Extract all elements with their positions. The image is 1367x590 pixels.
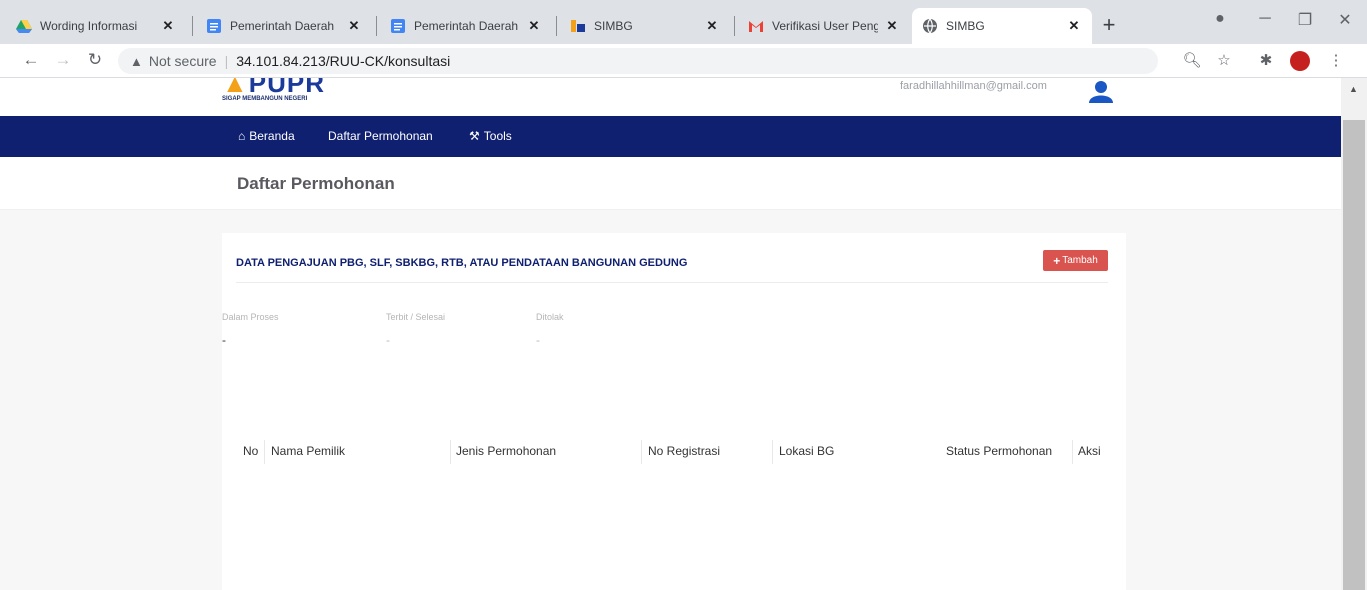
google-docs-icon: [207, 19, 221, 33]
title-band: Daftar Permohonan: [0, 157, 1341, 210]
browser-tab-active[interactable]: SIMBG ✕: [912, 8, 1092, 44]
close-icon[interactable]: ✕: [704, 18, 720, 34]
browser-tab[interactable]: Verifikasi User Peng ✕: [738, 8, 910, 44]
browser-tab[interactable]: Wording Informasi ✕: [6, 8, 186, 44]
extensions-icon[interactable]: ✱: [1256, 51, 1276, 69]
col-aksi[interactable]: Aksi: [1078, 444, 1101, 458]
tab-separator: [192, 16, 193, 36]
profile-avatar-icon[interactable]: [1290, 51, 1310, 71]
tab-title: Verifikasi User Peng: [772, 19, 878, 33]
stat-label: Dalam Proses: [222, 312, 279, 322]
zoom-icon[interactable]: 🔍︎: [1182, 51, 1202, 69]
col-separator: [1072, 440, 1073, 464]
add-button[interactable]: + Tambah: [1043, 250, 1108, 271]
tab-title: SIMBG: [946, 19, 985, 33]
col-separator: [264, 440, 265, 464]
tab-separator: [556, 16, 557, 36]
table-header: No Nama Pemilik Jenis Permohonan No Regi…: [236, 440, 1108, 464]
simbg-icon: [571, 20, 585, 32]
nav-item-beranda[interactable]: ⌂ Beranda: [238, 129, 295, 143]
browser-tab-strip: Wording Informasi ✕ Pemerintah Daerah ✕ …: [0, 0, 1367, 44]
close-icon[interactable]: ✕: [346, 18, 362, 34]
tab-title: Pemerintah Daerah: [414, 19, 519, 33]
scrollbar-thumb[interactable]: [1343, 120, 1365, 590]
col-separator: [450, 440, 451, 464]
browser-tab[interactable]: SIMBG ✕: [560, 8, 730, 44]
tab-separator: [734, 16, 735, 36]
site-header: ▲PUPR SIGAP MEMBANGUN NEGERI faradhillah…: [0, 78, 1341, 116]
menu-kebab-icon[interactable]: ⋮: [1326, 51, 1346, 69]
logo-tagline: SIGAP MEMBANGUN NEGERI: [222, 96, 308, 102]
nav-item-daftar-permohonan[interactable]: Daftar Permohonan: [328, 129, 433, 143]
url-text: 34.101.84.213/RUU-CK/konsultasi: [236, 53, 451, 69]
stat-terbit-selesai: Terbit / Selesai -: [386, 307, 445, 347]
stat-dalam-proses: Dalam Proses -: [222, 307, 279, 347]
scroll-up-icon[interactable]: ▲: [1349, 84, 1358, 94]
tab-title: Wording Informasi: [40, 19, 138, 33]
applications-card: DATA PENGAJUAN PBG, SLF, SBKBG, RTB, ATA…: [222, 233, 1126, 590]
globe-icon: [923, 18, 937, 34]
browser-tab[interactable]: Pemerintah Daerah ✕: [196, 8, 372, 44]
stat-label: Ditolak: [536, 312, 564, 322]
user-email[interactable]: faradhillahhillman@gmail.com: [900, 80, 1047, 92]
browser-tab[interactable]: Pemerintah Daerah ✕: [380, 8, 552, 44]
col-separator: [772, 440, 773, 464]
tab-search-icon[interactable]: ●: [1208, 10, 1232, 28]
google-docs-icon: [391, 19, 405, 33]
address-bar[interactable]: ▲ Not secure | 34.101.84.213/RUU-CK/kons…: [118, 48, 1158, 74]
close-icon[interactable]: ✕: [1066, 18, 1082, 34]
stat-value: -: [536, 333, 540, 347]
tab-title: Pemerintah Daerah: [230, 19, 335, 33]
col-lokasi-bg[interactable]: Lokasi BG: [779, 444, 834, 458]
close-icon[interactable]: ✕: [526, 18, 542, 34]
page-scrollbar[interactable]: ▲: [1341, 78, 1367, 590]
card-divider: [236, 282, 1108, 283]
user-avatar-icon[interactable]: [1088, 79, 1114, 103]
col-nama-pemilik[interactable]: Nama Pemilik: [271, 444, 345, 458]
restore-icon[interactable]: ❐: [1293, 10, 1317, 30]
back-icon[interactable]: ←: [20, 50, 42, 70]
col-separator: [641, 440, 642, 464]
tab-separator: [376, 16, 377, 36]
close-icon[interactable]: ✕: [160, 18, 176, 34]
wrench-icon: ⚒: [469, 129, 480, 143]
col-jenis-permohonan[interactable]: Jenis Permohonan: [456, 444, 556, 458]
close-icon[interactable]: ✕: [884, 18, 900, 34]
page-viewport: ▲PUPR SIGAP MEMBANGUN NEGERI faradhillah…: [0, 78, 1341, 590]
stat-ditolak: Ditolak -: [536, 307, 564, 347]
window-close-icon[interactable]: ✕: [1333, 10, 1357, 30]
browser-toolbar: ← → ↻ ▲ Not secure | 34.101.84.213/RUU-C…: [0, 44, 1367, 78]
col-status-permohonan[interactable]: Status Permohonan: [946, 444, 1052, 458]
nav-item-tools[interactable]: ⚒ Tools: [469, 129, 512, 143]
col-no-registrasi[interactable]: No Registrasi: [648, 444, 720, 458]
stat-label: Terbit / Selesai: [386, 312, 446, 322]
gmail-icon: [749, 21, 763, 32]
main-nav: ⌂ Beranda Daftar Permohonan ⚒ Tools: [0, 116, 1341, 157]
bookmark-star-icon[interactable]: ☆: [1214, 51, 1234, 69]
home-icon: ⌂: [238, 129, 246, 143]
security-label: Not secure: [148, 53, 217, 69]
stat-value: -: [386, 333, 390, 347]
forward-icon[interactable]: →: [52, 50, 74, 70]
col-no[interactable]: No: [243, 444, 258, 458]
page-title: Daftar Permohonan: [237, 174, 395, 193]
minimize-icon[interactable]: ─: [1253, 10, 1277, 28]
card-title: DATA PENGAJUAN PBG, SLF, SBKBG, RTB, ATA…: [236, 257, 688, 269]
google-drive-icon: [16, 20, 32, 33]
stat-value: -: [222, 333, 226, 347]
address-separator: |: [224, 53, 229, 69]
reload-icon[interactable]: ↻: [84, 50, 106, 70]
warning-icon: ▲: [130, 53, 143, 69]
plus-icon: +: [1053, 253, 1061, 268]
tab-title: SIMBG: [594, 19, 633, 33]
new-tab-button[interactable]: +: [1097, 12, 1121, 38]
